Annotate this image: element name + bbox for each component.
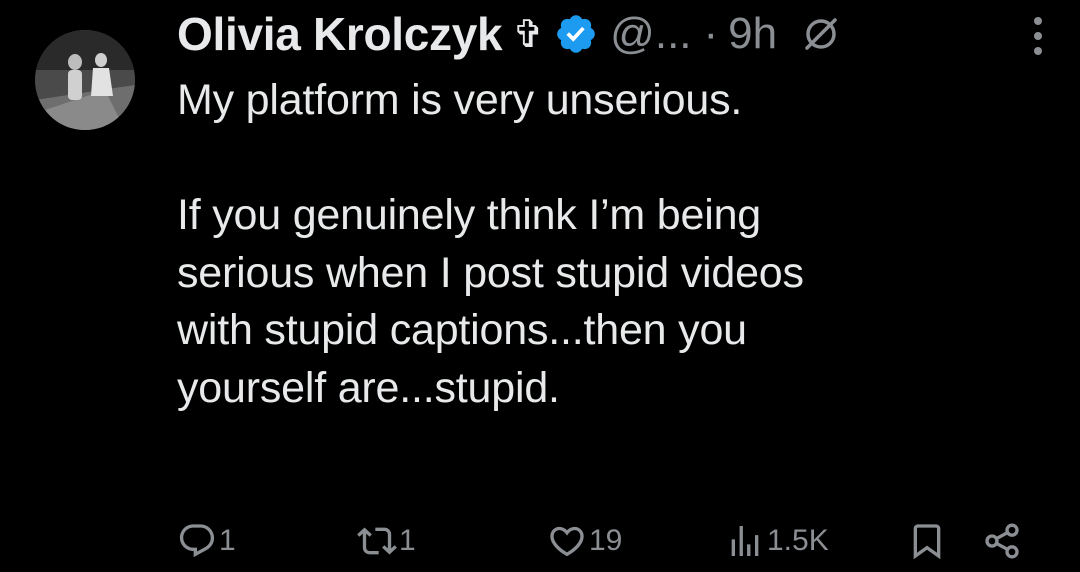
- like-button[interactable]: 19: [547, 518, 622, 564]
- cross-icon: ✞: [512, 12, 545, 56]
- views-button[interactable]: 1.5K: [725, 518, 829, 564]
- tweet-line: If you genuinely think I’m being: [177, 191, 762, 239]
- views-count: 1.5K: [767, 524, 829, 557]
- bookmark-button[interactable]: [907, 518, 949, 564]
- tweet-line: serious when I post stupid videos: [177, 248, 804, 297]
- verified-icon: [557, 15, 595, 53]
- tweet-line: yourself are...stupid.: [177, 363, 560, 412]
- bookmark-icon: [913, 524, 941, 560]
- share-button[interactable]: [982, 518, 1024, 564]
- author-name[interactable]: Olivia Krolczyk: [177, 7, 503, 61]
- tweet-line: My platform is very unserious.: [177, 76, 743, 124]
- tweet-line: with stupid captions...then you: [177, 306, 747, 354]
- avatar[interactable]: [35, 30, 135, 130]
- separator-dot: ·: [703, 9, 719, 58]
- reply-icon: [179, 524, 215, 558]
- no-entry-icon: [805, 18, 837, 50]
- reply-button[interactable]: 1: [177, 518, 236, 564]
- views-icon: [731, 526, 759, 556]
- post-time[interactable]: 9h: [728, 9, 777, 59]
- tweet-text: My platform is very unserious. If you ge…: [177, 72, 1057, 417]
- more-icon[interactable]: [1032, 14, 1044, 58]
- like-icon: [550, 526, 584, 557]
- repost-count: 1: [399, 524, 416, 557]
- action-bar: 1 1 19 1.5K: [177, 518, 1050, 564]
- author-handle[interactable]: @...: [610, 9, 691, 59]
- reply-count: 1: [219, 524, 236, 557]
- repost-button[interactable]: 1: [357, 518, 416, 564]
- like-count: 19: [589, 524, 623, 557]
- tweet-header: Olivia Krolczyk ✞ @... · 9h: [177, 6, 1060, 62]
- share-icon: [985, 523, 1019, 559]
- repost-icon: [357, 527, 397, 555]
